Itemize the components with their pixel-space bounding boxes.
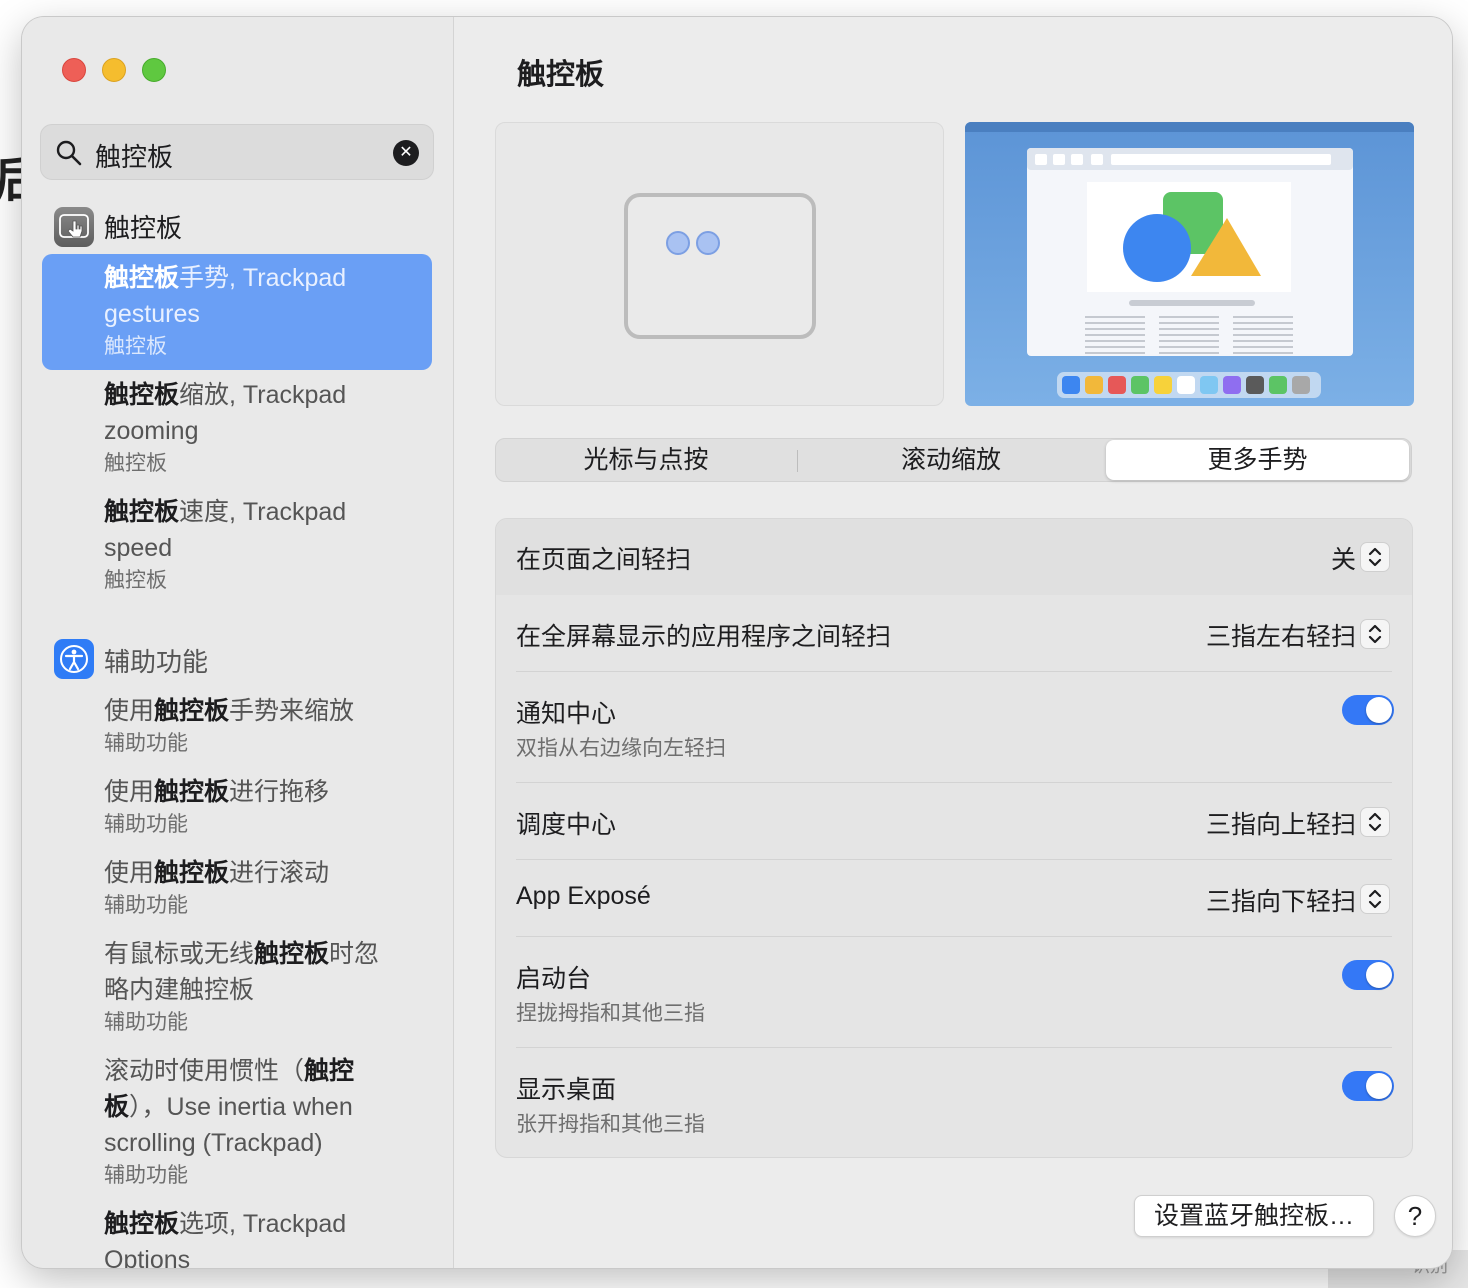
finger-dot-icon — [666, 231, 690, 255]
minimize-window-button[interactable] — [102, 58, 126, 82]
notification-center-toggle[interactable] — [1342, 695, 1394, 725]
gesture-trackpad-preview — [495, 122, 944, 406]
settings-row: 启动台 捏拢拇指和其他三指 — [496, 937, 1412, 1048]
tab-more-gestures[interactable]: 更多手势 — [1106, 440, 1409, 480]
chevron-updown-icon[interactable] — [1360, 884, 1390, 914]
close-window-button[interactable] — [62, 58, 86, 82]
section-title-accessibility[interactable]: 辅助功能 — [104, 642, 208, 679]
row-sub-show-desktop: 张开拇指和其他三指 — [516, 1113, 705, 1136]
swipe-apps-value[interactable]: 三指左右轻扫 — [1206, 617, 1356, 653]
tab-scroll-and-zoom[interactable]: 滚动缩放 — [798, 439, 1104, 481]
settings-row: 显示桌面 张开拇指和其他三指 — [496, 1048, 1412, 1157]
tab-bar: 光标与点按 滚动缩放 更多手势 — [495, 438, 1412, 482]
row-label-swipe-fullscreen-apps: 在全屏幕显示的应用程序之间轻扫 — [516, 623, 892, 651]
search-icon — [56, 140, 82, 166]
mission-control-value[interactable]: 三指向上轻扫 — [1206, 805, 1356, 841]
tab-point-and-click[interactable]: 光标与点按 — [496, 439, 796, 481]
trackpad-hand-icon — [54, 207, 94, 247]
row-sub-launchpad: 捏拢拇指和其他三指 — [516, 1002, 705, 1025]
trackpad-illustration — [624, 193, 816, 339]
row-label-mission-control: 调度中心 — [516, 811, 617, 839]
row-label-swipe-between-pages: 在页面之间轻扫 — [516, 546, 692, 574]
desktop-preview-illustration — [965, 122, 1414, 398]
section-title-trackpad[interactable]: 触控板 — [104, 208, 182, 245]
result-trackpad-options[interactable]: 触控板选项, Trackpad Options — [42, 1206, 432, 1268]
chevron-updown-icon[interactable] — [1360, 807, 1390, 837]
accessibility-icon — [54, 639, 94, 679]
zoom-window-button[interactable] — [142, 58, 166, 82]
settings-row: 在页面之间轻扫 关 — [496, 519, 1412, 595]
result-trackpad-gestures[interactable]: 触控板手势, Trackpad gestures 触控板 — [42, 254, 432, 370]
gestures-panel: 在页面之间轻扫 关 在全屏幕显示的应用程序之间轻扫 三指左右轻扫 通知中心 双指… — [495, 518, 1413, 1158]
sidebar: 触控板 ✕ 触控板 触控板手势, Trackpad gestures 触控板 触… — [22, 17, 454, 1268]
clear-search-icon[interactable]: ✕ — [393, 140, 419, 166]
show-desktop-toggle[interactable] — [1342, 1071, 1394, 1101]
launchpad-toggle[interactable] — [1342, 960, 1394, 990]
result-trackpad-speed[interactable]: 触控板速度, Trackpad speed 触控板 — [42, 494, 432, 596]
result-trackpad-zooming[interactable]: 触控板缩放, Trackpad zooming 触控板 — [42, 377, 432, 479]
settings-row: 通知中心 双指从右边缘向左轻扫 — [496, 672, 1412, 783]
main-content: 触控板 光标与点按 滚动缩放 更多手势 在页面之间轻扫 关 在全屏幕显示的应用程… — [455, 17, 1452, 1268]
swipe-pages-value[interactable]: 关 — [1331, 540, 1356, 576]
help-button[interactable]: ? — [1394, 1195, 1436, 1237]
chevron-updown-icon[interactable] — [1360, 542, 1390, 572]
search-field[interactable]: 触控板 ✕ — [40, 124, 434, 180]
settings-window: 触控板 ✕ 触控板 触控板手势, Trackpad gestures 触控板 触… — [22, 17, 1452, 1268]
result-zoom-with-gestures[interactable]: 使用触控板手势来缩放 辅助功能 — [42, 693, 432, 759]
app-expose-value[interactable]: 三指向下轻扫 — [1206, 882, 1356, 918]
settings-row: 调度中心 三指向上轻扫 — [496, 783, 1412, 860]
row-label-notification-center: 通知中心 — [516, 700, 617, 728]
row-label-app-expose: App Exposé — [516, 882, 651, 910]
settings-row: App Exposé 三指向下轻扫 — [496, 860, 1412, 937]
setup-bluetooth-trackpad-button[interactable]: 设置蓝牙触控板… — [1134, 1195, 1374, 1237]
result-ignore-builtin-trackpad[interactable]: 有鼠标或无线触控板时忽 略内建触控板 辅助功能 — [42, 936, 432, 1038]
row-label-show-desktop: 显示桌面 — [516, 1076, 617, 1104]
settings-row: 在全屏幕显示的应用程序之间轻扫 三指左右轻扫 — [496, 596, 1412, 672]
chevron-updown-icon[interactable] — [1360, 619, 1390, 649]
gesture-screen-preview — [965, 122, 1414, 406]
result-trackpad-dragging[interactable]: 使用触控板进行拖移 辅助功能 — [42, 774, 432, 840]
finger-dot-icon — [696, 231, 720, 255]
row-sub-notification-center: 双指从右边缘向左轻扫 — [516, 737, 726, 760]
search-input[interactable]: 触控板 — [95, 137, 173, 174]
result-trackpad-scrolling[interactable]: 使用触控板进行滚动 辅助功能 — [42, 855, 432, 921]
row-label-launchpad: 启动台 — [516, 965, 592, 993]
page-title: 触控板 — [517, 59, 605, 91]
result-scroll-inertia[interactable]: 滚动时使用惯性（触控 板），Use inertia when scrolling… — [42, 1053, 432, 1191]
